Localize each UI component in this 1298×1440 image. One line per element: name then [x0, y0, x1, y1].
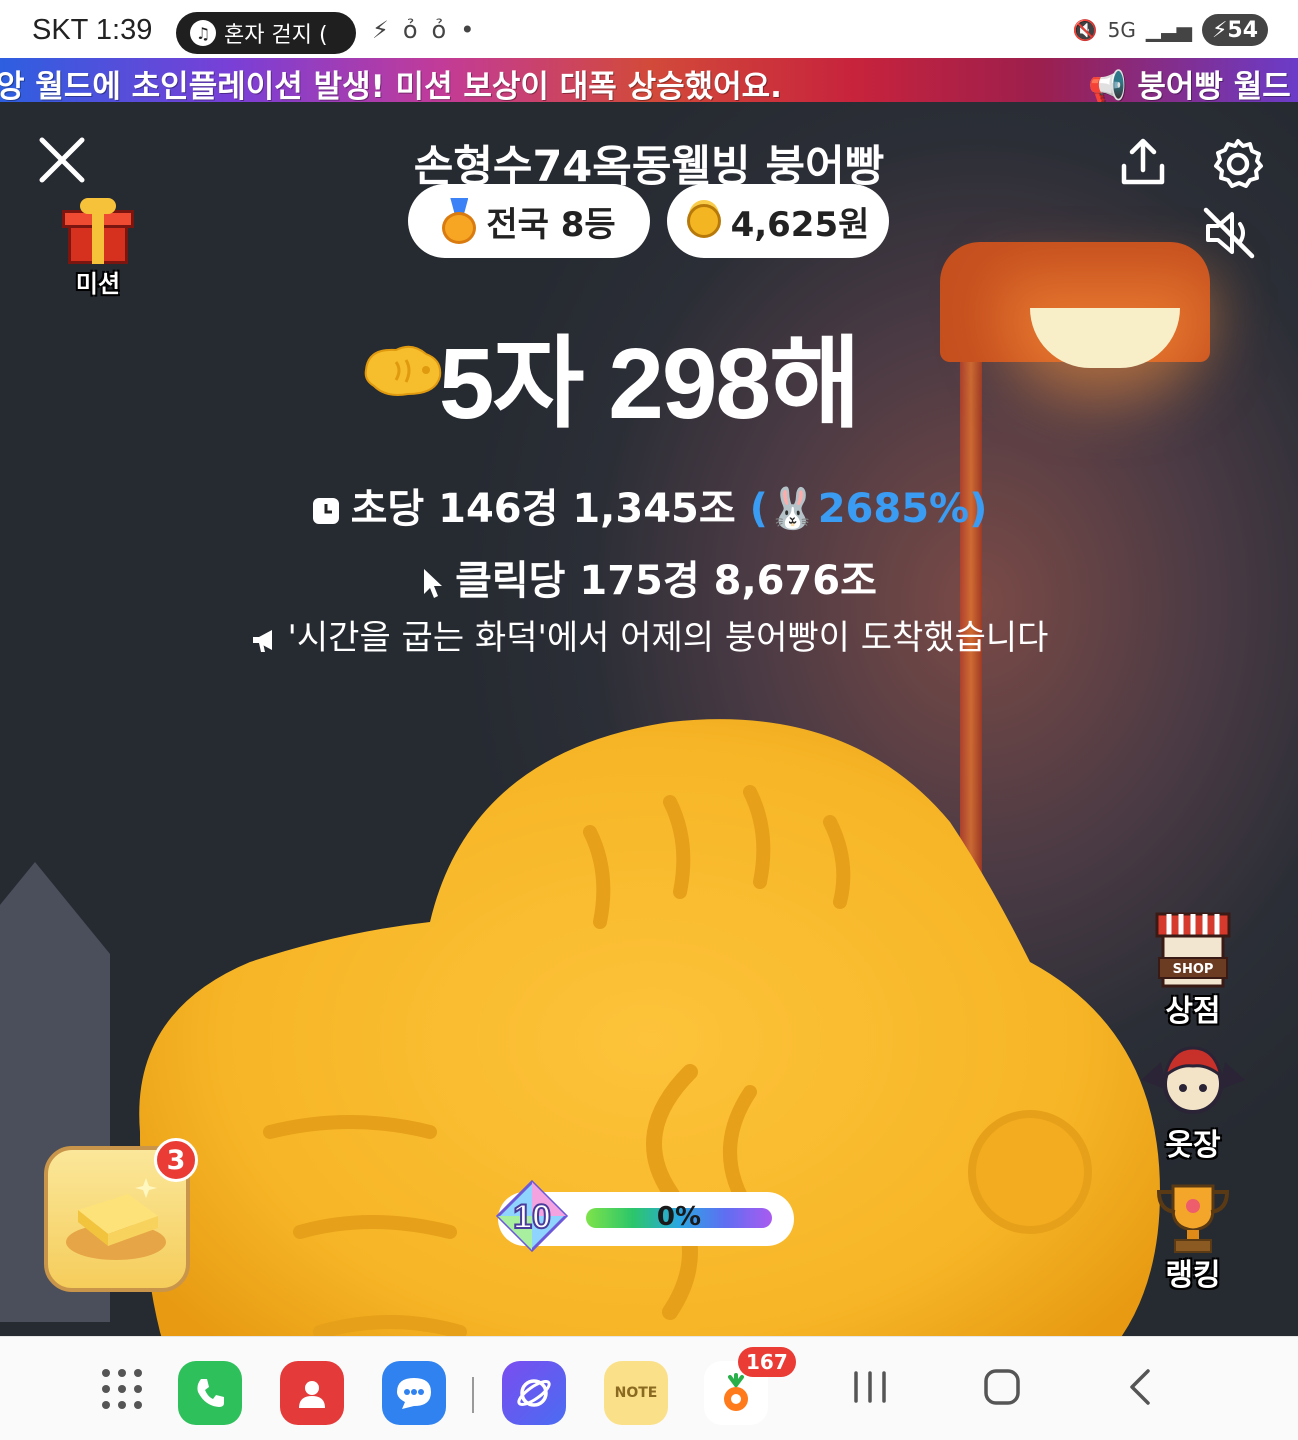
home-button[interactable] — [982, 1367, 1022, 1417]
note-app[interactable]: NOTE — [604, 1361, 668, 1425]
shop-title: 손형수74옥동웰빙 붕어빵 — [413, 142, 885, 192]
cursor-icon — [424, 569, 443, 598]
notice-message: '시간을 굽는 화덕'에서 어제의 붕어빵이 도착했습니다 — [0, 610, 1298, 659]
battery-indicator: ⚡ 54 — [1202, 14, 1268, 46]
announcement-banner[interactable]: 앙 월드에 초인플레이션 발생! 미션 보상이 대폭 상승했어요. 📢 붕어빵 … — [0, 58, 1298, 102]
rank-pill[interactable]: 전국 8등 — [408, 184, 650, 258]
total-fish-count: 5자 298해 — [438, 328, 861, 440]
more-dot-icon: • — [460, 16, 489, 44]
sound-off-icon — [1203, 207, 1255, 259]
banner-message-repeat: 📢 붕어빵 월드 — [1088, 69, 1291, 102]
internet-app[interactable] — [502, 1361, 566, 1425]
level-gem-icon: 10 — [495, 1179, 569, 1253]
level-number: 10 — [513, 1198, 551, 1236]
recents-icon — [854, 1371, 886, 1403]
settings-button[interactable] — [1210, 136, 1266, 192]
app-dock: NOTE 167 — [0, 1336, 1298, 1440]
mission-label: 미션 — [75, 270, 121, 298]
home-icon — [984, 1369, 1020, 1405]
status-bar: SKT 1:39 ♫ 혼자 걷지 ( ⚡ỏỏ• 🔇 5G ▁▃▅ ⚡ 54 — [0, 0, 1298, 58]
shop-label: 상점 — [1165, 994, 1221, 1029]
messages-app[interactable] — [382, 1361, 446, 1425]
mute-status-icon: 🔇 — [1072, 18, 1098, 42]
status-right: 🔇 5G ▁▃▅ ⚡ 54 — [1073, 14, 1268, 46]
notification-icons: ⚡ỏỏ• — [372, 16, 488, 44]
avatar-icon — [1141, 1046, 1245, 1114]
level-progress-text: 0% — [656, 1202, 702, 1232]
butter-count-badge: 3 — [154, 1138, 198, 1182]
gear-icon — [1214, 139, 1263, 188]
battery-level: 54 — [1227, 17, 1259, 43]
signal-icon: ▁▃▅ — [1145, 18, 1192, 42]
ranking-label: 랭킹 — [1165, 1258, 1221, 1293]
back-icon — [1130, 1369, 1150, 1405]
app-notification-icon: ỏ — [402, 16, 432, 44]
contacts-app[interactable] — [280, 1361, 344, 1425]
game-area: 미션 손형수74옥동웰빙 붕어빵 전국 8등 4,625원 5자 298해 초당… — [0, 102, 1298, 1336]
megaphone-icon — [252, 629, 272, 652]
per-click-value: 클릭당 175경 8,676조 — [455, 558, 877, 604]
sound-toggle-button[interactable] — [1200, 206, 1258, 260]
notice-text: '시간을 굽는 화덕'에서 어제의 붕어빵이 도착했습니다 — [287, 618, 1049, 658]
now-playing-title: 혼자 걷지 ( — [224, 23, 328, 48]
gift-icon — [62, 198, 134, 264]
banner-message: 앙 월드에 초인플레이션 발생! 미션 보상이 대폭 상승했어요. — [0, 69, 782, 102]
money-text: 4,625원 — [730, 204, 870, 245]
phone-icon — [197, 1379, 224, 1407]
share-button[interactable] — [1116, 136, 1170, 190]
internet-icon — [517, 1379, 551, 1407]
shop-sign: SHOP — [1173, 962, 1214, 977]
coins-icon — [686, 204, 721, 238]
per-second-value: 초당 146경 1,345조 — [350, 486, 736, 532]
carrot-icon — [724, 1373, 748, 1411]
apps-grid-icon[interactable] — [100, 1367, 144, 1411]
carrot-badge: 167 — [738, 1347, 796, 1377]
music-note-icon: ♫ — [190, 20, 216, 46]
clock-icon — [312, 498, 339, 524]
trophy-icon — [1156, 1184, 1230, 1253]
rank-text: 전국 8등 — [486, 204, 616, 245]
money-pill[interactable]: 4,625원 — [667, 184, 889, 258]
recent-apps-button[interactable] — [850, 1367, 890, 1417]
share-icon — [1121, 138, 1165, 185]
per-second-stat: 초당 146경 1,345조 (🐰2685%) — [0, 476, 1298, 534]
shop-stall-icon: SHOP — [1155, 912, 1231, 988]
ranking-button[interactable]: 랭킹 — [1138, 1180, 1248, 1294]
network-type: 5G — [1107, 18, 1136, 42]
phone-app[interactable] — [178, 1361, 242, 1425]
dock-divider — [472, 1377, 474, 1413]
closet-label: 옷장 — [1165, 1128, 1221, 1163]
contacts-icon — [299, 1381, 325, 1408]
flash-icon: ⚡ — [372, 16, 403, 44]
now-playing-pill[interactable]: ♫ 혼자 걷지 ( — [176, 12, 356, 54]
back-button[interactable] — [1122, 1367, 1162, 1417]
shop-button[interactable]: SHOP 상점 — [1138, 906, 1248, 1030]
medal-icon — [442, 198, 477, 244]
per-click-stat: 클릭당 175경 8,676조 — [0, 548, 1298, 606]
note-app-label: NOTE — [614, 1385, 658, 1401]
mission-button[interactable]: 미션 — [58, 198, 138, 299]
closet-button[interactable]: 옷장 — [1138, 1040, 1248, 1164]
boost-percent[interactable]: (🐰2685%) — [750, 486, 988, 532]
messages-icon — [397, 1378, 431, 1409]
app-notification-icon: ỏ — [431, 16, 461, 44]
carrier-time: SKT 1:39 — [32, 14, 153, 46]
